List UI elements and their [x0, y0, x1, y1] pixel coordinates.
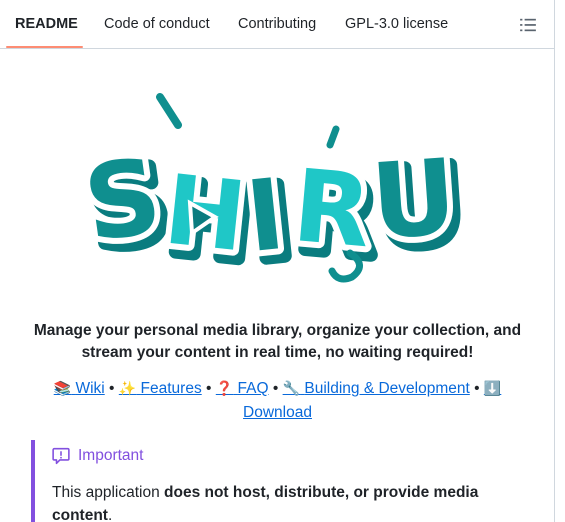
- callout-body: This application does not host, distribu…: [52, 484, 479, 522]
- important-callout: Important This application does not host…: [31, 440, 555, 522]
- callout-title: Important: [78, 447, 144, 464]
- shiru-logo: S H I R U S H I R U S H I R U: [0, 85, 555, 295]
- list-unordered-icon[interactable]: [519, 16, 537, 34]
- tab-code-of-conduct[interactable]: Code of conduct: [104, 0, 210, 48]
- building-development-link[interactable]: 🔧 Building & Development: [283, 380, 470, 397]
- active-tab-indicator: [6, 46, 83, 48]
- tab-license[interactable]: GPL-3.0 license: [345, 0, 448, 48]
- faq-link[interactable]: ❓ FAQ: [216, 380, 269, 397]
- tab-readme[interactable]: README: [15, 0, 78, 48]
- readme-tab-bar: README Code of conduct Contributing GPL-…: [0, 0, 555, 49]
- wiki-link[interactable]: 📚 Wiki: [54, 380, 105, 397]
- svg-text:U: U: [367, 136, 460, 264]
- features-link[interactable]: ✨ Features: [119, 380, 202, 397]
- tagline: Manage your personal media library, orga…: [33, 322, 522, 361]
- quick-links: 📚 Wiki • ✨ Features • ❓ FAQ • 🔧 Building…: [53, 380, 502, 421]
- tab-contributing[interactable]: Contributing: [238, 0, 316, 48]
- readme-panel: README Code of conduct Contributing GPL-…: [0, 0, 555, 522]
- svg-text:R: R: [289, 147, 376, 270]
